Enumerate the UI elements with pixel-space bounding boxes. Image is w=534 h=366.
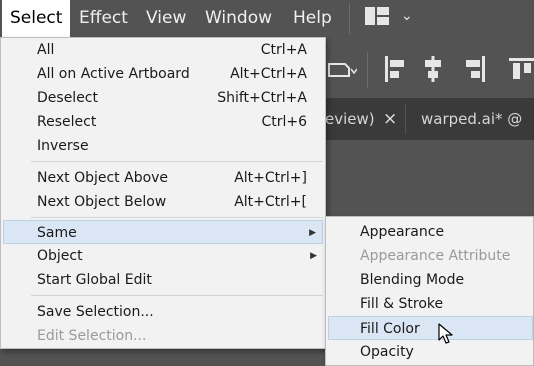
menu-item-label: Reselect — [37, 114, 97, 130]
menu-item-label: Next Object Below — [37, 194, 167, 210]
select-menu: All Ctrl+A All on Active Artboard Alt+Ct… — [0, 37, 326, 349]
mouse-pointer-icon — [438, 323, 453, 344]
menu-item-label: All on Active Artboard — [37, 66, 190, 82]
menu-item-next-object-below[interactable]: Next Object Below Alt+Ctrl+[ — [3, 190, 323, 214]
menu-item-label: All — [37, 42, 55, 58]
menu-item-deselect[interactable]: Deselect Shift+Ctrl+A — [3, 86, 323, 110]
menu-item-all-on-active-artboard[interactable]: All on Active Artboard Alt+Ctrl+A — [3, 62, 323, 86]
toolbar-divider — [367, 52, 368, 88]
menu-item-same[interactable]: Same ▶ — [3, 220, 323, 244]
menu-item-next-object-above[interactable]: Next Object Above Alt+Ctrl+] — [3, 166, 323, 190]
menu-window[interactable]: Window — [205, 0, 272, 37]
submenu-item-blending-mode[interactable]: Blending Mode — [328, 268, 533, 292]
align-top-icon[interactable] — [509, 56, 534, 82]
menu-separator — [31, 217, 323, 218]
menu-item-label: Same — [37, 225, 77, 241]
align-left-icon[interactable] — [383, 56, 407, 82]
tab-preview[interactable]: eview) — [325, 98, 375, 140]
menubar-divider — [349, 3, 350, 34]
submenu-item-opacity[interactable]: Opacity — [328, 340, 533, 364]
menu-item-object[interactable]: Object ▶ — [3, 244, 323, 268]
submenu-arrow-icon: ▶ — [309, 228, 316, 238]
menu-item-inverse[interactable]: Inverse — [3, 134, 323, 158]
menu-view[interactable]: View — [146, 0, 186, 37]
menu-item-start-global-edit[interactable]: Start Global Edit — [3, 268, 323, 292]
menu-item-shortcut: Shift+Ctrl+A — [217, 90, 307, 106]
submenu-item-label: Appearance — [360, 224, 445, 240]
submenu-item-label: Blending Mode — [360, 272, 465, 288]
menu-item-shortcut: Ctrl+A — [260, 42, 307, 58]
shape-dropdown-icon[interactable] — [327, 60, 357, 80]
menu-item-label: Object — [37, 248, 83, 264]
submenu-item-label: Appearance Attribute — [360, 248, 511, 264]
submenu-item-appearance-attribute: Appearance Attribute — [328, 244, 533, 268]
menu-item-shortcut: Alt+Ctrl+[ — [234, 194, 307, 210]
control-bar — [325, 44, 534, 96]
submenu-item-label: Fill Color — [360, 321, 420, 337]
menu-effect[interactable]: Effect — [79, 0, 128, 37]
submenu-item-appearance[interactable]: Appearance — [328, 220, 533, 244]
submenu-item-label: Fill & Stroke — [360, 296, 444, 312]
workspace-layout-icon[interactable] — [365, 7, 389, 25]
submenu-item-fill-stroke[interactable]: Fill & Stroke — [328, 292, 533, 316]
submenu-item-fill-color[interactable]: Fill Color — [328, 316, 533, 340]
menu-separator — [31, 295, 323, 296]
menu-item-save-selection[interactable]: Save Selection... — [3, 300, 323, 324]
same-submenu: Appearance Appearance Attribute Blending… — [325, 216, 534, 366]
menu-bar: Select Effect View Window Help ⌄ — [0, 0, 534, 37]
menu-item-all[interactable]: All Ctrl+A — [3, 38, 323, 62]
menu-item-label: Deselect — [37, 90, 98, 106]
menu-item-label: Inverse — [37, 138, 89, 154]
menu-item-edit-selection: Edit Selection... — [3, 324, 323, 348]
menu-item-shortcut: Alt+Ctrl+A — [230, 66, 307, 82]
document-tab-bar: eview) × warped.ai* @ — [325, 98, 534, 140]
tab-label: warped.ai* @ — [421, 110, 523, 128]
menu-select[interactable]: Select — [2, 0, 71, 37]
align-center-icon[interactable] — [421, 56, 445, 82]
menu-item-label: Edit Selection... — [37, 328, 147, 344]
menu-item-label: Next Object Above — [37, 170, 169, 186]
menu-item-shortcut: Alt+Ctrl+] — [234, 170, 307, 186]
tab-close-icon[interactable]: × — [383, 98, 397, 140]
submenu-arrow-icon: ▶ — [310, 251, 317, 261]
menu-item-reselect[interactable]: Reselect Ctrl+6 — [3, 110, 323, 134]
align-right-icon[interactable] — [463, 56, 487, 82]
menu-help[interactable]: Help — [293, 0, 332, 37]
menu-item-label: Save Selection... — [37, 304, 154, 320]
tab-divider — [405, 104, 406, 134]
menu-item-label: Start Global Edit — [37, 272, 152, 288]
chevron-down-icon[interactable]: ⌄ — [401, 8, 413, 24]
tab-warped[interactable]: warped.ai* @ — [421, 98, 522, 140]
submenu-item-label: Opacity — [360, 344, 414, 360]
menu-item-shortcut: Ctrl+6 — [261, 114, 307, 130]
menu-separator — [31, 161, 323, 162]
tab-label: eview) — [325, 110, 375, 128]
